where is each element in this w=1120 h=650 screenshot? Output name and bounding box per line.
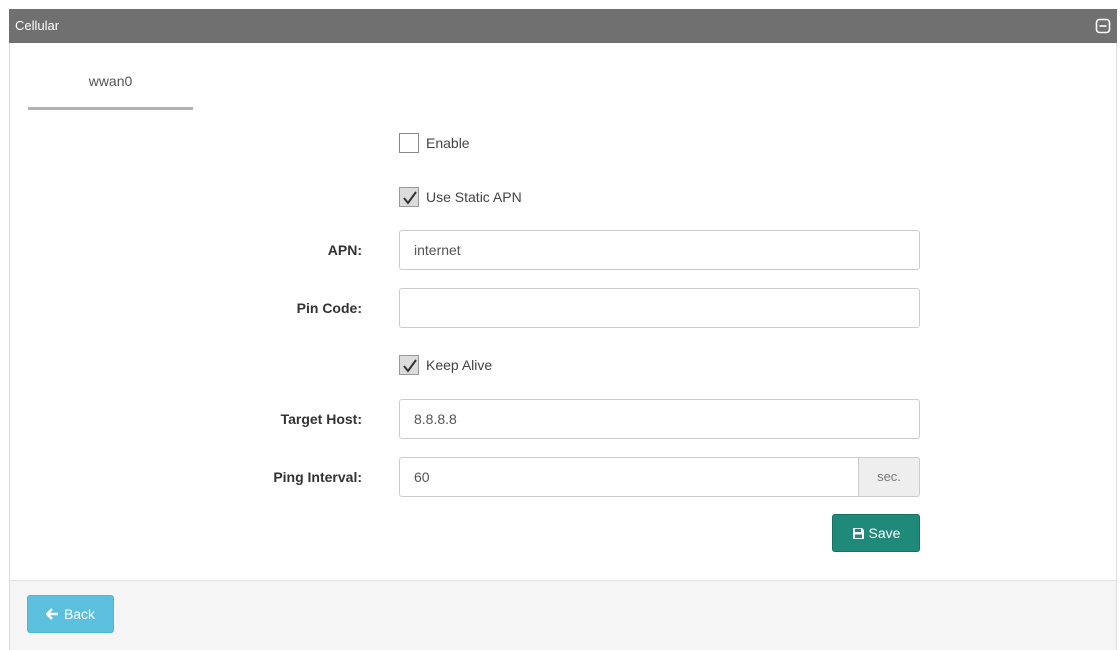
- panel-footer: Back: [10, 580, 1116, 650]
- use-static-apn-checkbox[interactable]: [399, 187, 419, 207]
- ping-interval-unit: sec.: [859, 457, 920, 497]
- minus-square-icon[interactable]: [1095, 18, 1111, 34]
- tab-wwan0[interactable]: wwan0: [28, 66, 193, 110]
- checkmark-icon: [403, 191, 417, 205]
- enable-checkbox-row[interactable]: Enable: [399, 132, 470, 154]
- apn-label: APN:: [327, 242, 362, 258]
- target-host-label: Target Host:: [280, 411, 362, 427]
- ping-interval-input[interactable]: [399, 457, 859, 497]
- keep-alive-checkbox-row[interactable]: Keep Alive: [399, 354, 492, 376]
- panel-title: Cellular: [15, 18, 60, 33]
- panel-header: Cellular: [9, 9, 1117, 43]
- back-button[interactable]: Back: [27, 595, 114, 633]
- use-static-apn-checkbox-row[interactable]: Use Static APN: [399, 186, 522, 208]
- pin-code-input[interactable]: [399, 288, 920, 328]
- cellular-panel: Cellular wwan0 Enable Use Static APN APN…: [9, 9, 1117, 650]
- apn-input[interactable]: [399, 230, 920, 270]
- save-button[interactable]: Save: [832, 514, 920, 552]
- tab-label: wwan0: [88, 73, 133, 89]
- ping-interval-group: sec.: [399, 457, 920, 497]
- keep-alive-checkbox[interactable]: [399, 355, 419, 375]
- checkmark-icon: [403, 359, 417, 373]
- enable-checkbox[interactable]: [399, 133, 419, 153]
- target-host-input[interactable]: [399, 399, 920, 439]
- floppy-disk-icon: [852, 527, 864, 539]
- pin-code-label: Pin Code:: [296, 300, 362, 316]
- keep-alive-label: Keep Alive: [426, 357, 493, 373]
- enable-label: Enable: [426, 135, 470, 151]
- back-button-label: Back: [63, 606, 96, 622]
- ping-interval-label: Ping Interval:: [273, 469, 362, 485]
- use-static-apn-label: Use Static APN: [426, 189, 522, 205]
- save-button-label: Save: [868, 525, 901, 541]
- arrow-left-icon: [45, 608, 58, 620]
